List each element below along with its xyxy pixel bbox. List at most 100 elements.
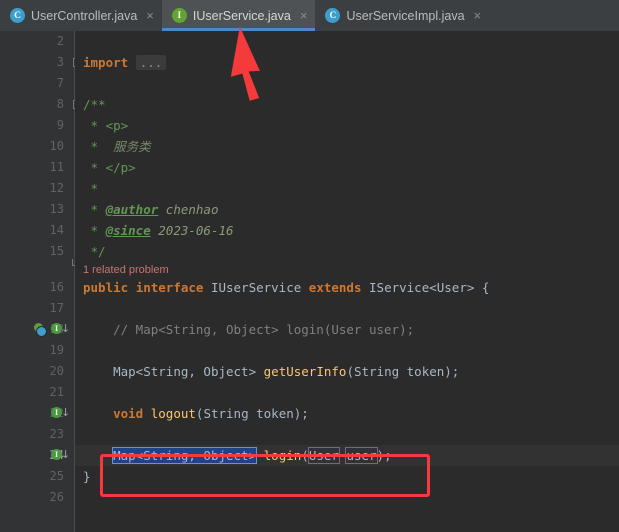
line-number: 3 — [56, 55, 64, 69]
method-name[interactable]: logout — [151, 406, 196, 421]
code-line[interactable] — [75, 298, 619, 319]
open-brace: { — [481, 280, 490, 295]
method-name[interactable]: getUserInfo — [264, 364, 347, 379]
rparen-semicolon: ); — [293, 406, 309, 421]
rparen: ) — [376, 448, 385, 463]
code-line[interactable]: // Map<String, Object> login(User user); — [75, 319, 619, 340]
code-line-text: * 服务类 — [83, 136, 151, 157]
line-number: 13 — [49, 202, 64, 216]
tab-label: UserServiceImpl.java — [346, 8, 465, 23]
code-line-current[interactable]: Map<String, Object> login(User user); — [75, 445, 619, 466]
template-placeholder-name[interactable]: user — [345, 447, 378, 464]
code-line[interactable]: * @since 2023-06-16 — [75, 220, 619, 241]
code-line[interactable] — [75, 424, 619, 445]
code-line[interactable] — [75, 73, 619, 94]
code-line[interactable]: * </p> — [75, 157, 619, 178]
javadoc-author-value: chenhao — [165, 202, 219, 217]
keyword-extends: extends — [308, 280, 362, 295]
code-line[interactable]: * 服务类 — [75, 136, 619, 157]
tab-label: IUserService.java — [192, 8, 291, 23]
implemented-interface-marker-icon[interactable] — [34, 323, 47, 337]
close-icon[interactable]: × — [300, 9, 308, 22]
interface-name: IUserService — [210, 280, 302, 295]
line-number: 14 — [49, 223, 64, 237]
doc-star: * — [83, 223, 106, 238]
code-line[interactable]: import ... — [75, 52, 619, 73]
code-line[interactable]: public interface IUserService extends IS… — [75, 277, 619, 298]
code-line-text: * @author chenhao — [83, 199, 219, 220]
code-line[interactable] — [75, 340, 619, 361]
tab-UserServiceImpl-java[interactable]: C UserServiceImpl.java × — [315, 0, 490, 31]
code-line-text: Map<String, Object> login(User user); — [83, 445, 392, 466]
code-editor[interactable]: 2 3 7 8 9 10 11 12 13 14 15 16 17 18 19 … — [0, 31, 619, 532]
method-params: String token — [353, 364, 445, 379]
selected-return-type[interactable]: Map<String, Object> — [112, 447, 258, 464]
method-params: String token — [203, 406, 294, 421]
line-number: 9 — [56, 118, 64, 132]
code-line[interactable]: Map<String, Object> getUserInfo(String t… — [75, 361, 619, 382]
code-line-text: } — [83, 469, 91, 484]
code-line[interactable]: void logout(String token); — [75, 403, 619, 424]
line-number: 25 — [49, 469, 64, 483]
template-placeholder-type[interactable]: User — [307, 447, 340, 464]
code-line[interactable]: */ — [75, 241, 619, 262]
code-line-text: Map<String, Object> getUserInfo(String t… — [83, 361, 459, 382]
code-line[interactable]: * <p> — [75, 115, 619, 136]
line-number: 23 — [49, 427, 64, 441]
code-line[interactable] — [75, 31, 619, 52]
arrow-down-icon: ↓ — [61, 448, 71, 461]
close-icon[interactable]: × — [146, 9, 154, 22]
code-line[interactable]: } — [75, 466, 619, 487]
code-text-area[interactable]: import ... /** * <p> * 服务类 * </p> * * @a… — [75, 31, 619, 532]
doc-star: * — [83, 139, 114, 154]
semicolon: ; — [384, 448, 392, 463]
editor-tab-bar: C UserController.java × I IUserService.j… — [0, 0, 619, 32]
code-line-text: * <p> — [83, 118, 129, 133]
tab-IUserService-java[interactable]: I IUserService.java × — [161, 0, 316, 31]
method-name[interactable]: login — [264, 448, 302, 463]
doc-star: * — [83, 202, 106, 217]
code-line-text: // Map<String, Object> login(User user); — [83, 322, 415, 337]
tab-label: UserController.java — [31, 8, 138, 23]
java-interface-icon: I — [171, 8, 187, 23]
folded-imports-placeholder[interactable]: ... — [135, 55, 167, 70]
keyword-interface: interface — [135, 280, 204, 295]
editor-gutter[interactable]: 2 3 7 8 9 10 11 12 13 14 15 16 17 18 19 … — [6, 31, 82, 532]
line-number: 8 — [56, 97, 64, 111]
arrow-down-icon: ↓ — [61, 406, 71, 419]
code-line-text: /** — [83, 97, 106, 112]
code-line[interactable] — [75, 487, 619, 508]
line-number: 20 — [49, 364, 64, 378]
tab-UserController-java[interactable]: C UserController.java × — [0, 0, 162, 31]
code-line[interactable]: * — [75, 178, 619, 199]
keyword-import: import — [83, 55, 129, 70]
code-line[interactable]: * @author chenhao — [75, 199, 619, 220]
javadoc-since-tag: @since — [105, 223, 151, 238]
code-line[interactable] — [75, 382, 619, 403]
code-line-text: * — [83, 181, 99, 196]
arrow-down-icon: ↓ — [61, 322, 71, 335]
line-number: 17 — [49, 301, 64, 315]
javadoc-author-tag: @author — [105, 202, 159, 217]
return-type: Map<String, Object> — [113, 364, 257, 379]
overridden-member-marker-icon[interactable]: I ↓ — [51, 323, 70, 336]
close-icon[interactable]: × — [474, 9, 482, 22]
line-number: 11 — [49, 160, 64, 174]
java-class-icon: C — [325, 8, 341, 23]
implemented-method-marker-icon[interactable]: I ↓ — [51, 407, 70, 420]
code-line-text: * </p> — [83, 160, 136, 175]
implemented-method-marker-icon[interactable]: I ↓ — [51, 449, 70, 462]
javadoc-body-text: 服务类 — [113, 139, 151, 154]
inlay-hint-related-problem[interactable]: 1 related problem — [83, 263, 169, 278]
code-line[interactable]: /** — [75, 94, 619, 115]
lparen: ( — [346, 364, 354, 379]
